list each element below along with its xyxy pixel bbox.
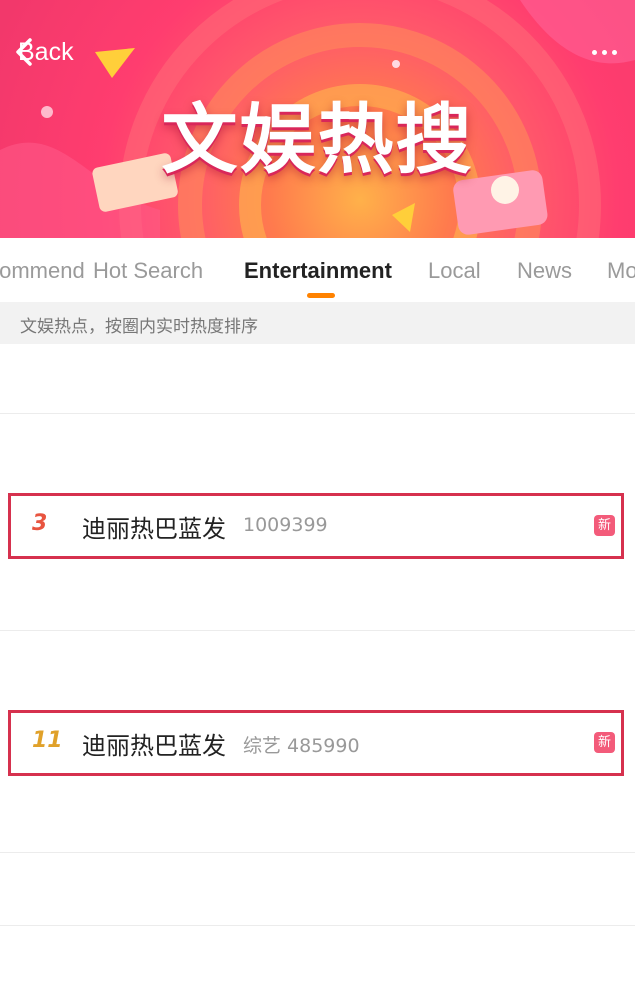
new-badge: 新: [594, 732, 615, 753]
page-title: 文娱热搜: [161, 95, 474, 184]
heat-value: 1009399: [243, 514, 328, 536]
back-button[interactable]: Back: [14, 38, 74, 67]
chevron-left-icon: [16, 38, 32, 66]
category-tabs: Recommend Hot Search Entertainment Local…: [0, 238, 635, 302]
rank-number: 11: [32, 728, 63, 753]
tab-local[interactable]: Local: [428, 258, 481, 284]
tab-news[interactable]: News: [517, 258, 572, 284]
list-description-text: 文娱热点，按圈内实时热度排序: [20, 317, 258, 337]
header-banner: Back 文娱热搜: [0, 0, 635, 238]
new-badge: 新: [594, 515, 615, 536]
active-tab-indicator: [307, 293, 335, 298]
more-options-icon[interactable]: [592, 50, 617, 55]
tab-hot-search[interactable]: Hot Search: [93, 258, 203, 284]
heat-value: 综艺 485990: [243, 735, 360, 757]
row-divider: [0, 852, 635, 853]
row-divider: [0, 925, 635, 926]
list-item-rank-11[interactable]: 11 迪丽热巴蓝发 综艺 485990 新: [8, 710, 624, 776]
tab-recommend[interactable]: Recommend: [0, 258, 85, 284]
topic-title[interactable]: 迪丽热巴蓝发: [82, 509, 226, 544]
tab-entertainment[interactable]: Entertainment: [244, 258, 392, 284]
tab-more[interactable]: More: [607, 258, 635, 284]
list-description: 文娱热点，按圈内实时热度排序: [0, 302, 635, 344]
list-item-rank-3[interactable]: 3 迪丽热巴蓝发 1009399 新: [8, 493, 624, 559]
row-divider: [0, 630, 635, 631]
topic-title[interactable]: 迪丽热巴蓝发: [82, 726, 226, 761]
row-divider: [0, 413, 635, 414]
rank-number: 3: [32, 511, 48, 536]
